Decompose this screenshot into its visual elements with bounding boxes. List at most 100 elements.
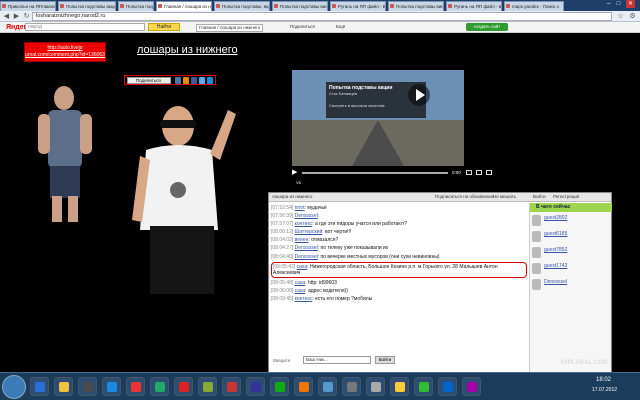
red-comment-link[interactable]: http://auto.livejo urnal.com/comment.php…: [24, 42, 106, 62]
taskbar-app-icon[interactable]: [198, 377, 217, 396]
maximize-button[interactable]: □: [614, 0, 623, 8]
minimize-button[interactable]: –: [604, 0, 613, 8]
forward-arrow-icon[interactable]: ▶: [12, 12, 21, 21]
chat-message-user[interactable]: саха: [295, 288, 306, 294]
taskbar-app-icon[interactable]: [150, 377, 169, 396]
taskbar-app-icon[interactable]: [414, 377, 433, 396]
chat-nick-input[interactable]: Ваш Ник...: [303, 356, 371, 364]
chat-message-time: [08:05:48]: [271, 279, 294, 286]
reload-icon[interactable]: ↻: [22, 12, 31, 21]
star-icon[interactable]: ☆: [616, 12, 625, 21]
chat-message-time: [08:04:27]: [271, 245, 294, 252]
chat-register-link[interactable]: Регистрация: [553, 194, 579, 200]
taskbar-app-icon[interactable]: [390, 377, 409, 396]
chat-message-user[interactable]: вееен: [295, 237, 309, 243]
app-glyph-icon: [227, 382, 237, 392]
facebook-icon[interactable]: [191, 77, 197, 84]
video-player[interactable]: Попытка подставы акции Стас Белявцев Смо…: [292, 70, 464, 166]
taskbar-app-icon[interactable]: [222, 377, 241, 396]
chat-message-user[interactable]: Denssssel: [295, 213, 318, 219]
taskbar-app-icon[interactable]: [126, 377, 145, 396]
chat-message-time: [08:06:00]: [271, 287, 294, 294]
clock-time[interactable]: 18:02: [596, 377, 611, 383]
taskbar-app-icon[interactable]: [102, 377, 121, 396]
fullscreen-icon[interactable]: [486, 170, 492, 175]
start-button[interactable]: [2, 375, 26, 399]
chat-message-time: [07:57:07]: [271, 221, 294, 228]
url-field[interactable]: losharaіznizhnego.narod2.ru: [32, 12, 612, 21]
video-progress-track[interactable]: [302, 172, 448, 174]
chat-guest-item[interactable]: Denssssel: [530, 278, 611, 294]
yandex-more-item[interactable]: Ещё: [336, 24, 345, 30]
taskbar-app-icon[interactable]: [174, 377, 193, 396]
yandex-page-title-field[interactable]: Главная / лошара из нижнего: [196, 24, 264, 32]
chat-message-user[interactable]: контекс: [295, 221, 313, 227]
taskbar-app-icon[interactable]: [54, 377, 73, 396]
taskbar-app-icon[interactable]: [438, 377, 457, 396]
taskbar-app-icon[interactable]: [342, 377, 361, 396]
chat-message-user[interactable]: nmrt: [295, 205, 305, 211]
chat-enter-button[interactable]: Войти: [375, 356, 395, 364]
ok-icon[interactable]: [183, 77, 189, 84]
twitter-icon[interactable]: [199, 77, 205, 84]
browser-tab-active[interactable]: Главная / лошара из ниж: [156, 1, 212, 11]
browser-tab[interactable]: Ругань на ЯП файл - Видео: [330, 1, 386, 11]
chat-login-link[interactable]: Войти: [533, 194, 546, 200]
browser-tab[interactable]: Попытка подставы вис: [272, 1, 328, 11]
browser-tab[interactable]: Попытка подставы, видео: [214, 1, 270, 11]
browser-tab[interactable]: maps.yandex - Поиск о: [504, 1, 564, 11]
close-window-button[interactable]: ✕: [626, 0, 635, 8]
page-title[interactable]: лошары из нижнего: [137, 44, 238, 56]
taskbar-app-icon[interactable]: [462, 377, 481, 396]
chat-message-user[interactable]: контекс: [295, 296, 313, 302]
browser-tab[interactable]: Попытка подставы вис: [388, 1, 444, 11]
vk-icon[interactable]: [175, 77, 181, 84]
chat-message: [08:00:12] Шаттерский: вот черти!!!: [271, 229, 352, 236]
chat-message-user[interactable]: Шаттерский: [295, 229, 323, 235]
play-small-icon[interactable]: ▶: [292, 169, 297, 177]
browser-tab[interactable]: Прикольн на ЯПлакаль: [0, 1, 56, 11]
share-button[interactable]: Поделиться: [127, 77, 171, 84]
chat-message-user[interactable]: Denssssel: [295, 254, 318, 260]
chat-message-text: мудачьё: [307, 205, 327, 211]
chat-message-user[interactable]: саха: [295, 280, 306, 286]
video-hq-link[interactable]: Смотреть в высоком качестве: [329, 103, 423, 109]
app-glyph-icon: [299, 382, 309, 392]
browser-tab[interactable]: Ругань на ЯП файл - видео: [446, 1, 502, 11]
hd-icon[interactable]: [476, 170, 482, 175]
chat-guest-item[interactable]: guest2802: [530, 214, 611, 230]
browser-tab[interactable]: Попытка подставы, видео: [118, 1, 154, 11]
chat-guest-item[interactable]: guest1743: [530, 262, 611, 278]
yandex-search-input[interactable]: народ: [25, 23, 145, 31]
clock-date[interactable]: 17.07.2012: [592, 387, 617, 393]
taskbar-app-icon[interactable]: [246, 377, 265, 396]
taskbar-app-icon[interactable]: [270, 377, 289, 396]
app-glyph-icon: [35, 382, 45, 392]
chat-mute-toggle[interactable]: Не мешать: [493, 194, 516, 200]
settings-icon[interactable]: [466, 170, 472, 175]
taskbar-app-icon[interactable]: [294, 377, 313, 396]
taskbar-app-icon[interactable]: [366, 377, 385, 396]
chat-guest-item[interactable]: guest6185: [530, 230, 611, 246]
yandex-share-item[interactable]: Поделиться: [290, 24, 315, 30]
taskbar-app-icon[interactable]: [318, 377, 337, 396]
watermark: YAPLAKAL.COM: [560, 360, 608, 366]
create-site-button[interactable]: создать сайт: [466, 23, 508, 31]
chat-guest-item[interactable]: guest7852: [530, 246, 611, 262]
wrench-icon[interactable]: ⚙: [628, 12, 637, 21]
chat-message-user[interactable]: Denssssel: [295, 245, 318, 251]
taskbar-app-icon[interactable]: [78, 377, 97, 396]
app-glyph-icon: [107, 382, 117, 392]
back-arrow-icon[interactable]: ◀: [2, 12, 11, 21]
taskbar-app-icon[interactable]: [30, 377, 49, 396]
play-icon[interactable]: [408, 84, 430, 106]
chat-message-time: [08:09:45]: [271, 295, 294, 302]
app-glyph-icon: [83, 382, 93, 392]
browser-tab[interactable]: Попытка подставы акци: [58, 1, 116, 11]
yandex-find-button[interactable]: Найти: [148, 23, 180, 31]
chat-subscribe-link[interactable]: Подписаться на обновления: [435, 194, 494, 200]
mailru-icon[interactable]: [207, 77, 213, 84]
chat-users-panel: В чате сейчас guest2802 guest6185 guest785…: [529, 203, 612, 376]
chat-message-text: по телеку уже показывали их: [320, 245, 389, 252]
yandex-toolbar: Яндекс народ Найти Главная / лошара из н…: [0, 22, 640, 33]
